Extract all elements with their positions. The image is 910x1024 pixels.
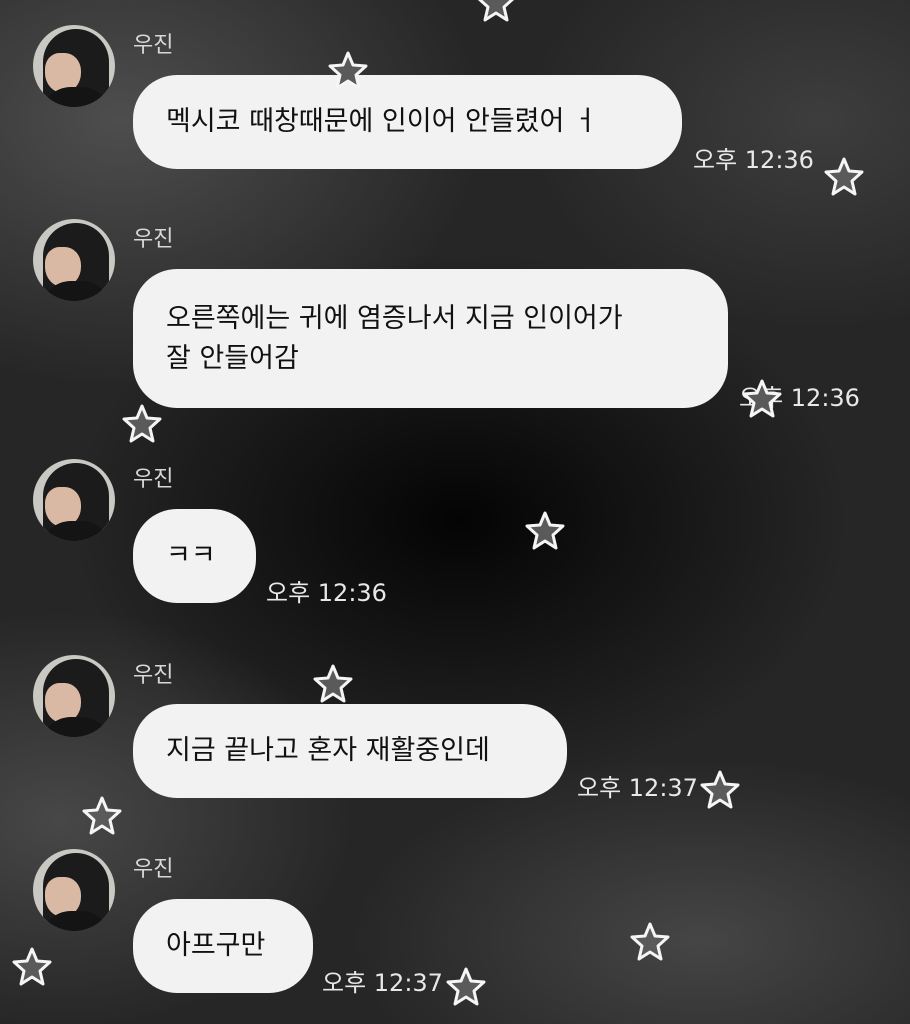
message-time: 오후 12:36 <box>266 579 387 607</box>
message-bubble[interactable]: ㅋㅋ <box>133 509 256 603</box>
star-sticker-icon <box>824 157 864 196</box>
message-text: ㅋㅋ <box>166 540 216 571</box>
star-sticker-icon <box>313 664 353 703</box>
message-bubble[interactable]: 지금 끝나고 혼자 재활중인데 <box>133 704 567 798</box>
message-text: 멕시코 때창때문에 인이어 안들렸어 ㅓ <box>166 106 598 137</box>
avatar[interactable] <box>33 219 115 301</box>
message-time: 오후 12:37 <box>322 969 443 997</box>
star-sticker-icon <box>82 796 122 835</box>
message-bubble[interactable]: 아프구만 <box>133 899 313 993</box>
message-text: 지금 끝나고 혼자 재활중인데 <box>166 735 490 766</box>
star-sticker-icon <box>446 967 486 1006</box>
sender-name: 우진 <box>133 227 174 252</box>
message-bubble[interactable]: 멕시코 때창때문에 인이어 안들렸어 ㅓ <box>133 75 682 169</box>
star-sticker-icon <box>12 947 52 986</box>
star-sticker-icon <box>525 511 565 550</box>
sender-name: 우진 <box>133 467 174 492</box>
avatar[interactable] <box>33 655 115 737</box>
message-bubble[interactable]: 오른쪽에는 귀에 염증나서 지금 인이어가 잘 안들어감 <box>133 269 728 408</box>
sender-name: 우진 <box>133 857 174 882</box>
message-time: 오후 12:37 <box>577 774 698 802</box>
star-sticker-icon <box>477 0 515 22</box>
message-text: 오른쪽에는 귀에 염증나서 지금 인이어가 잘 안들어감 <box>166 302 623 374</box>
avatar[interactable] <box>33 849 115 931</box>
sender-name: 우진 <box>133 33 174 58</box>
sender-name: 우진 <box>133 663 174 688</box>
star-sticker-icon <box>700 770 740 809</box>
star-sticker-icon <box>630 922 670 961</box>
message-time: 오후 12:36 <box>739 384 860 412</box>
message-time: 오후 12:36 <box>693 146 814 174</box>
message-text: 아프구만 <box>166 930 266 961</box>
star-sticker-icon <box>122 404 162 443</box>
avatar[interactable] <box>33 459 115 541</box>
avatar[interactable] <box>33 25 115 107</box>
